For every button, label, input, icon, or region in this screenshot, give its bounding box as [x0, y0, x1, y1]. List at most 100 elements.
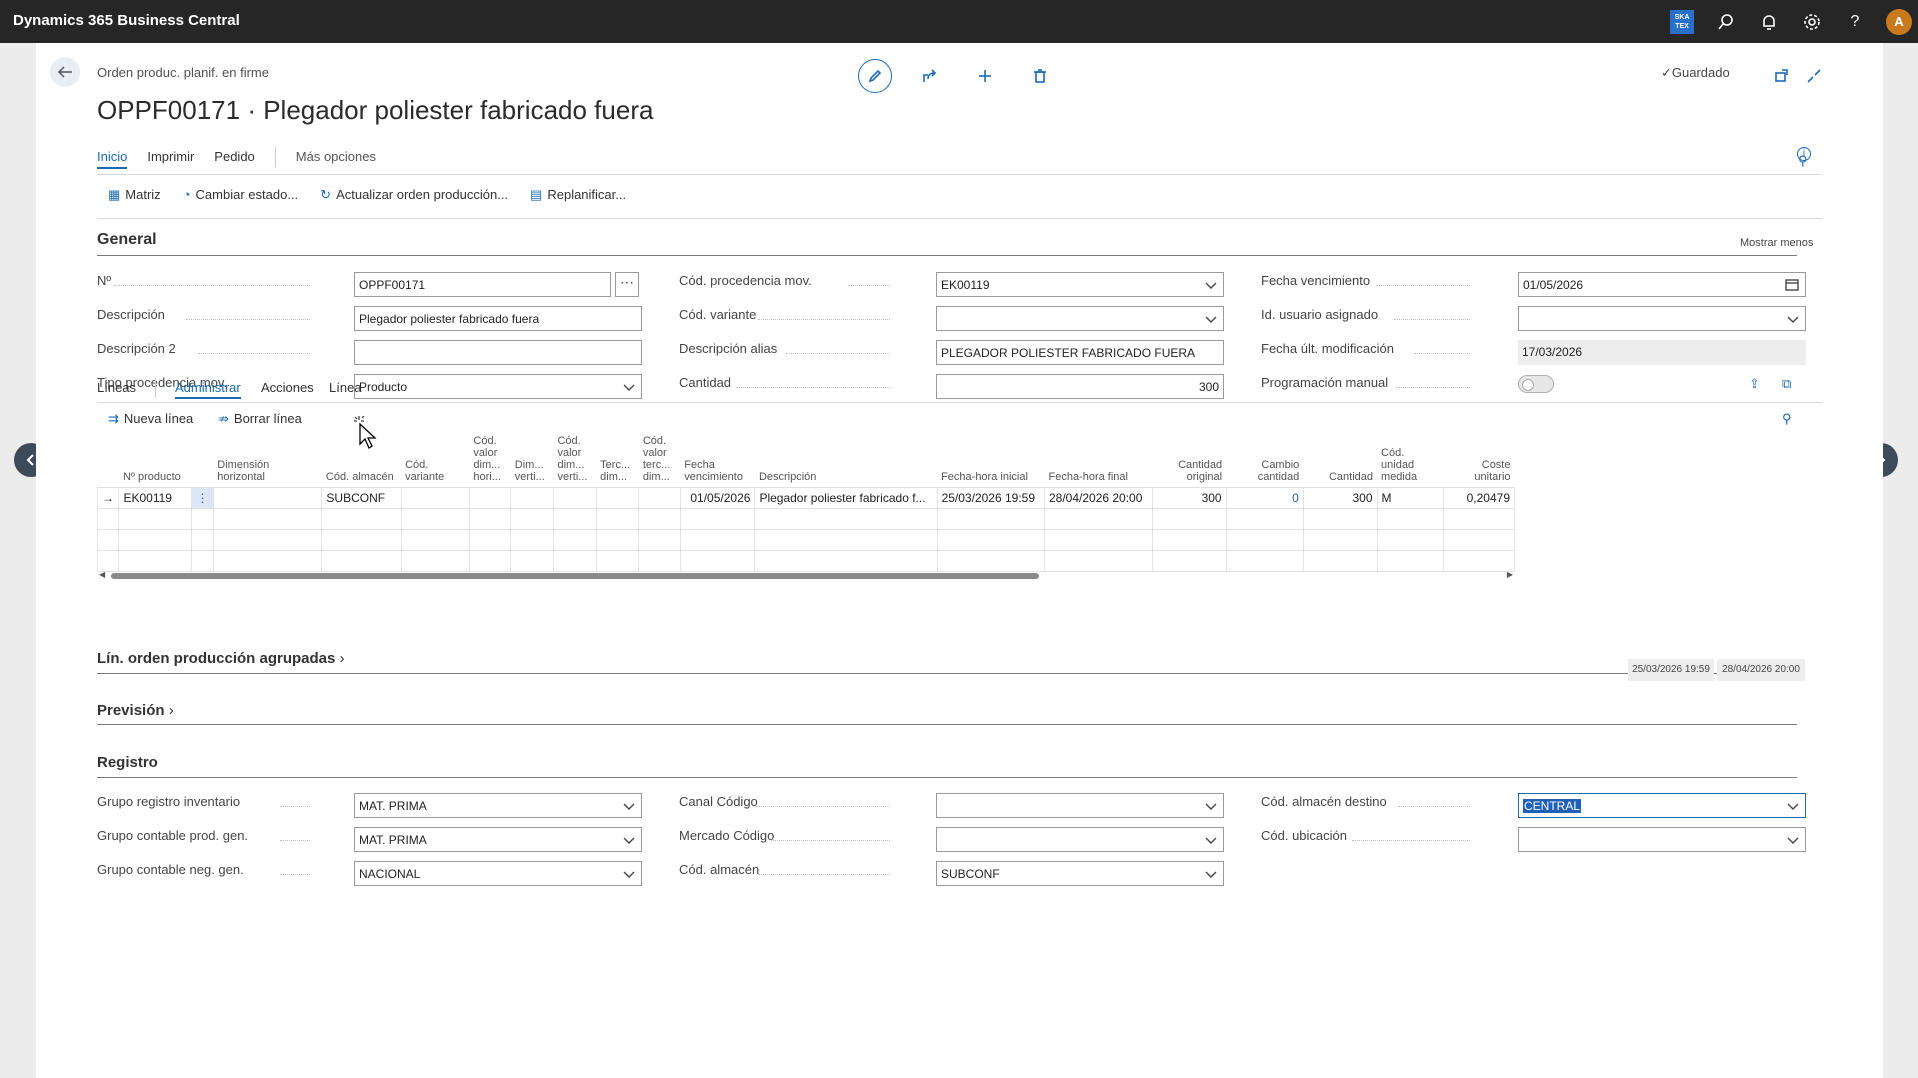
- table-row-empty[interactable]: [96, 528, 1516, 551]
- tab-linea[interactable]: Línea: [329, 380, 362, 395]
- edit-button[interactable]: [858, 59, 892, 93]
- cell[interactable]: [212, 486, 323, 509]
- cell[interactable]: [638, 486, 681, 509]
- horizontal-scrollbar[interactable]: ◀ ▶: [97, 570, 1515, 581]
- grupo-prod-select[interactable]: MAT. PRIMA: [354, 827, 642, 852]
- back-button[interactable]: [50, 57, 80, 87]
- section-general-title[interactable]: General: [97, 231, 157, 249]
- cell[interactable]: 300: [1151, 486, 1227, 509]
- cell[interactable]: SUBCONF: [321, 486, 402, 509]
- scroll-right-icon[interactable]: ▶: [1507, 570, 1513, 579]
- cell[interactable]: EK00119: [118, 486, 193, 509]
- descripcion-field[interactable]: Plegador poliester fabricado fuera: [354, 306, 642, 331]
- show-less-link[interactable]: Mostrar menos: [1740, 237, 1813, 249]
- cell[interactable]: [595, 486, 640, 509]
- col-header[interactable]: Cantidad: [1303, 432, 1377, 487]
- gear-icon[interactable]: [1800, 10, 1824, 34]
- pin-icon[interactable]: ⚲: [1782, 411, 1792, 427]
- collapse-button[interactable]: [1797, 59, 1831, 93]
- almacen-destino-select[interactable]: CENTRAL: [1518, 793, 1806, 818]
- delete-button[interactable]: [1023, 59, 1057, 93]
- assist-edit-button[interactable]: ⋯: [615, 272, 639, 297]
- col-header[interactable]: Fecha vencimiento: [680, 432, 755, 487]
- open-new-window-button[interactable]: [1764, 59, 1798, 93]
- grupo-neg-select[interactable]: NACIONAL: [354, 861, 642, 886]
- section-prevision-title[interactable]: Previsión ›: [97, 702, 174, 719]
- cell[interactable]: 300: [1302, 486, 1378, 509]
- cell[interactable]: 28/04/2026 20:00: [1043, 486, 1153, 509]
- nueva-linea-button[interactable]: ⇉ Nueva línea: [108, 411, 193, 427]
- col-header[interactable]: Dim... verti...: [511, 432, 554, 487]
- col-header[interactable]: Cód. variante: [401, 432, 469, 487]
- col-header[interactable]: Cód. valor terc... dim...: [639, 432, 680, 487]
- col-header[interactable]: Descripción: [755, 432, 937, 487]
- share-lines-icon[interactable]: ⇪: [1749, 376, 1760, 392]
- col-header[interactable]: Cód. unidad medida: [1377, 432, 1443, 487]
- cell[interactable]: 0: [1225, 486, 1304, 509]
- cell[interactable]: Plegador poliester fabricado f...: [754, 486, 938, 509]
- table-row-empty[interactable]: [96, 507, 1516, 530]
- descripcion2-field[interactable]: [354, 340, 642, 365]
- descripcion-alias-field[interactable]: PLEGADOR POLIESTER FABRICADO FUERA: [936, 340, 1224, 365]
- col-header[interactable]: Cambio cantidad: [1226, 432, 1303, 487]
- col-header[interactable]: Dimensión horizontal: [213, 432, 322, 487]
- tipo-procedencia-select[interactable]: Producto: [354, 374, 642, 399]
- id-usuario-select[interactable]: [1518, 306, 1806, 331]
- cell[interactable]: [552, 486, 597, 509]
- col-header[interactable]: Coste unitario: [1443, 432, 1514, 487]
- cantidad-field[interactable]: 300: [936, 374, 1224, 399]
- section-registro-title[interactable]: Registro: [97, 754, 158, 771]
- fecha-vencimiento-field[interactable]: 01/05/2026: [1518, 272, 1806, 297]
- canal-select[interactable]: [936, 793, 1224, 818]
- col-header[interactable]: Cantidad original: [1152, 432, 1226, 487]
- grupo-inventario-select[interactable]: MAT. PRIMA: [354, 793, 642, 818]
- tab-administrar[interactable]: Administrar: [175, 380, 241, 399]
- pin-icon[interactable]: ⚲: [1798, 153, 1808, 169]
- cod-variante-select[interactable]: [936, 306, 1224, 331]
- table-row-empty[interactable]: [96, 549, 1516, 572]
- tab-mas-opciones[interactable]: Más opciones: [296, 149, 376, 169]
- ubicacion-select[interactable]: [1518, 827, 1806, 852]
- share-button[interactable]: [913, 59, 947, 93]
- section-grouped-title[interactable]: Lín. orden producción agrupadas ›: [97, 650, 345, 667]
- no-field[interactable]: OPPF00171: [354, 272, 611, 297]
- table-row[interactable]: → EK00119 ⋮ SUBCONF 01/05/2026 Plegador …: [96, 486, 1516, 509]
- lines-title[interactable]: Líneas: [97, 380, 136, 395]
- cod-procedencia-select[interactable]: EK00119: [936, 272, 1224, 297]
- cell[interactable]: [510, 486, 554, 509]
- cell[interactable]: [400, 486, 470, 509]
- matriz-button[interactable]: ▦ Matriz: [108, 187, 161, 203]
- col-header[interactable]: Cód. valor dim... verti...: [553, 432, 596, 487]
- mercado-select[interactable]: [936, 827, 1224, 852]
- search-icon[interactable]: [1714, 10, 1738, 34]
- cambiar-estado-button[interactable]: ◔ Cambiar estado...: [183, 187, 298, 203]
- bell-icon[interactable]: [1757, 10, 1781, 34]
- tab-inicio[interactable]: Inicio: [97, 149, 128, 169]
- scroll-left-icon[interactable]: ◀: [99, 570, 105, 579]
- col-header[interactable]: Cód. valor dim... hori...: [469, 432, 510, 487]
- cell[interactable]: [468, 486, 512, 509]
- col-header[interactable]: Fecha-hora final: [1044, 432, 1152, 487]
- cell[interactable]: 01/05/2026: [679, 486, 756, 509]
- col-header[interactable]: Cód. almacén: [322, 432, 401, 487]
- tab-pedido[interactable]: Pedido: [214, 149, 254, 169]
- row-menu-button[interactable]: ⋮: [191, 486, 214, 509]
- expand-lines-icon[interactable]: ⧉: [1782, 376, 1791, 392]
- actualizar-orden-button[interactable]: ↻ Actualizar orden producción...: [320, 187, 508, 203]
- col-header[interactable]: Nº producto: [119, 432, 192, 487]
- cell[interactable]: M: [1376, 486, 1444, 509]
- new-button[interactable]: [968, 59, 1002, 93]
- calendar-icon[interactable]: [1785, 279, 1799, 294]
- borrar-linea-button[interactable]: ⇏ Borrar línea: [218, 411, 302, 427]
- scroll-thumb[interactable]: [111, 573, 1039, 579]
- company-badge[interactable]: SKA TEX: [1670, 10, 1694, 34]
- tab-imprimir[interactable]: Imprimir: [147, 149, 194, 169]
- help-icon[interactable]: ?: [1843, 10, 1867, 34]
- cod-almacen-select[interactable]: SUBCONF: [936, 861, 1224, 886]
- tab-acciones[interactable]: Acciones: [261, 380, 314, 395]
- cell[interactable]: 25/03/2026 19:59: [936, 486, 1045, 509]
- col-header[interactable]: Terc... dim...: [596, 432, 639, 487]
- replanificar-button[interactable]: ▤ Replanificar...: [530, 187, 626, 203]
- cell[interactable]: 0,20479: [1442, 486, 1516, 509]
- col-header[interactable]: Fecha-hora inicial: [937, 432, 1044, 487]
